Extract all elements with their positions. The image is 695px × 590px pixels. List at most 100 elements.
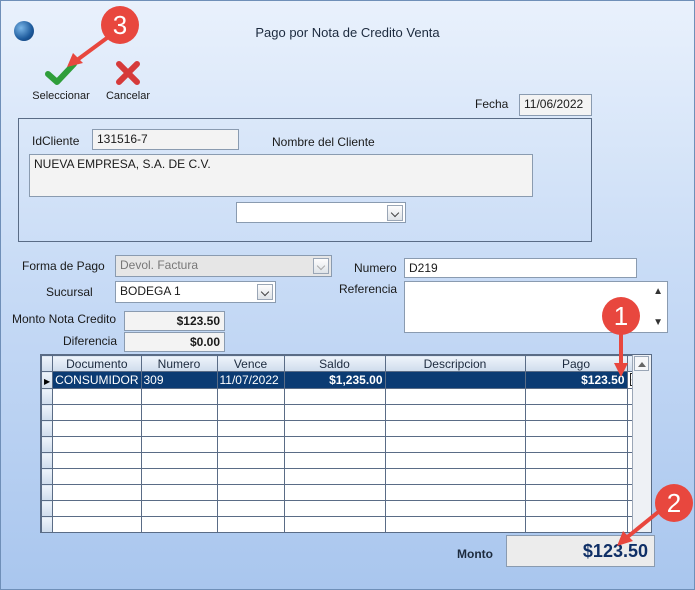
- row-indicator-header: [41, 355, 54, 372]
- scroll-up-icon[interactable]: ▲: [653, 286, 663, 297]
- row-indicator: [41, 500, 54, 517]
- empty-cell[interactable]: [384, 404, 526, 421]
- empty-cell[interactable]: [52, 420, 142, 437]
- table-row[interactable]: [41, 404, 646, 421]
- empty-cell[interactable]: [283, 468, 386, 485]
- idcliente-field[interactable]: 131516-7: [92, 129, 239, 150]
- col-header-documento[interactable]: Documento: [52, 355, 142, 372]
- empty-cell[interactable]: [384, 452, 526, 469]
- cliente-combo[interactable]: [236, 202, 406, 223]
- empty-cell[interactable]: [283, 388, 386, 405]
- empty-cell[interactable]: [524, 404, 628, 421]
- empty-cell[interactable]: [140, 404, 218, 421]
- table-row[interactable]: [41, 516, 646, 532]
- chevron-down-icon[interactable]: [257, 284, 273, 300]
- empty-cell[interactable]: [384, 484, 526, 501]
- empty-cell[interactable]: [140, 436, 218, 453]
- nombre-cliente-field[interactable]: NUEVA EMPRESA, S.A. DE C.V.: [29, 154, 533, 197]
- cell-vence[interactable]: 11/07/2022: [216, 371, 285, 389]
- empty-cell[interactable]: [216, 452, 285, 469]
- empty-cell[interactable]: [524, 388, 628, 405]
- cell-pago[interactable]: $123.50: [524, 371, 628, 389]
- col-header-descripcion[interactable]: Descripcion: [384, 355, 526, 372]
- empty-cell[interactable]: [384, 388, 526, 405]
- empty-cell[interactable]: [216, 516, 285, 532]
- empty-cell[interactable]: [283, 420, 386, 437]
- empty-cell[interactable]: [52, 468, 142, 485]
- forma-pago-select: Devol. Factura: [115, 255, 332, 277]
- empty-cell[interactable]: [216, 500, 285, 517]
- empty-cell[interactable]: [140, 420, 218, 437]
- table-row[interactable]: [41, 388, 646, 405]
- empty-cell[interactable]: [524, 516, 628, 532]
- empty-cell[interactable]: [216, 468, 285, 485]
- row-indicator: [41, 516, 54, 532]
- empty-cell[interactable]: [216, 484, 285, 501]
- empty-cell[interactable]: [384, 500, 526, 517]
- table-row[interactable]: [41, 436, 646, 453]
- empty-cell[interactable]: [216, 420, 285, 437]
- documents-grid[interactable]: Documento Numero Vence Saldo Descripcion…: [40, 354, 652, 533]
- empty-cell[interactable]: [140, 452, 218, 469]
- col-header-pago[interactable]: Pago: [524, 355, 628, 372]
- empty-cell[interactable]: [216, 436, 285, 453]
- cell-descripcion[interactable]: [384, 371, 526, 389]
- callout-arrow-2-icon: [617, 511, 659, 546]
- col-header-saldo[interactable]: Saldo: [283, 355, 386, 372]
- table-row[interactable]: [41, 484, 646, 501]
- row-indicator: [41, 420, 54, 437]
- empty-cell[interactable]: [216, 388, 285, 405]
- empty-cell[interactable]: [283, 436, 386, 453]
- fecha-label: Fecha: [475, 97, 509, 111]
- empty-cell[interactable]: [384, 468, 526, 485]
- scroll-down-icon[interactable]: ▼: [653, 317, 663, 328]
- chevron-down-icon[interactable]: [387, 205, 403, 221]
- scroll-up-icon[interactable]: [634, 356, 649, 371]
- empty-cell[interactable]: [283, 404, 386, 421]
- forma-pago-label: Forma de Pago: [22, 259, 105, 273]
- sucursal-select[interactable]: BODEGA 1: [115, 281, 276, 303]
- numero-field[interactable]: D219: [404, 258, 637, 278]
- col-header-vence[interactable]: Vence: [216, 355, 285, 372]
- empty-cell[interactable]: [52, 484, 142, 501]
- empty-cell[interactable]: [524, 420, 628, 437]
- empty-cell[interactable]: [52, 388, 142, 405]
- empty-cell[interactable]: [524, 500, 628, 517]
- empty-cell[interactable]: [524, 484, 628, 501]
- row-indicator: [41, 452, 54, 469]
- empty-cell[interactable]: [140, 500, 218, 517]
- empty-cell[interactable]: [52, 404, 142, 421]
- empty-cell[interactable]: [283, 452, 386, 469]
- fecha-field[interactable]: 11/06/2022: [519, 94, 592, 116]
- empty-cell[interactable]: [384, 436, 526, 453]
- empty-cell[interactable]: [216, 404, 285, 421]
- grid-vertical-scrollbar[interactable]: [632, 355, 651, 532]
- empty-cell[interactable]: [524, 436, 628, 453]
- empty-cell[interactable]: [140, 388, 218, 405]
- empty-cell[interactable]: [52, 452, 142, 469]
- cell-saldo[interactable]: $1,235.00: [283, 371, 386, 389]
- col-header-numero[interactable]: Numero: [140, 355, 218, 372]
- empty-cell[interactable]: [524, 452, 628, 469]
- empty-cell[interactable]: [140, 516, 218, 532]
- table-row[interactable]: [41, 468, 646, 485]
- empty-cell[interactable]: [140, 484, 218, 501]
- empty-cell[interactable]: [283, 484, 386, 501]
- empty-cell[interactable]: [52, 436, 142, 453]
- empty-cell[interactable]: [140, 468, 218, 485]
- empty-cell[interactable]: [524, 468, 628, 485]
- table-row[interactable]: [41, 420, 646, 437]
- cell-numero[interactable]: 309: [140, 371, 218, 389]
- empty-cell[interactable]: [384, 420, 526, 437]
- empty-cell[interactable]: [52, 516, 142, 532]
- table-row[interactable]: ▶ CONSUMIDOR 309 11/07/2022 $1,235.00 $1…: [41, 371, 646, 389]
- empty-cell[interactable]: [283, 516, 386, 532]
- row-pointer-icon: ▶: [41, 371, 54, 389]
- callout-arrow-3-icon: [67, 33, 113, 67]
- empty-cell[interactable]: [52, 500, 142, 517]
- cell-documento[interactable]: CONSUMIDOR: [52, 371, 142, 389]
- table-row[interactable]: [41, 500, 646, 517]
- table-row[interactable]: [41, 452, 646, 469]
- empty-cell[interactable]: [283, 500, 386, 517]
- empty-cell[interactable]: [384, 516, 526, 532]
